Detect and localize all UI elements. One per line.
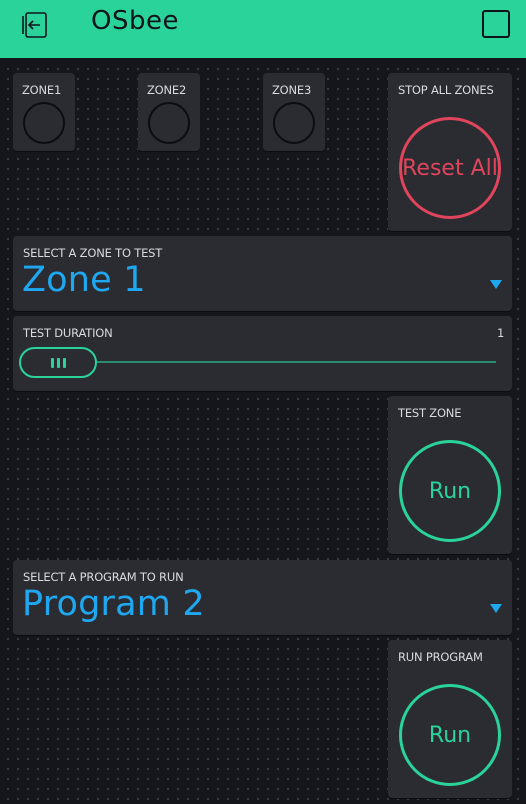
- square-icon[interactable]: [482, 10, 510, 38]
- run-program-widget: RUN PROGRAM Run: [388, 640, 512, 798]
- zone3-led: [273, 102, 315, 144]
- run-program-button[interactable]: Run: [399, 684, 501, 786]
- chevron-down-icon[interactable]: [490, 604, 502, 613]
- grip-icon: [62, 357, 66, 368]
- zone3-label: ZONE3: [272, 83, 312, 97]
- zone1-led: [23, 102, 65, 144]
- grip-icon: [50, 357, 54, 368]
- test-zone-label: TEST ZONE: [398, 406, 462, 420]
- slider-track[interactable]: [70, 361, 496, 363]
- test-zone-run-button[interactable]: Run: [399, 440, 501, 542]
- test-zone-widget: TEST ZONE Run: [388, 396, 512, 554]
- app-header: OSbee: [0, 0, 526, 58]
- grip-icon: [56, 357, 60, 368]
- reset-all-button[interactable]: Reset All: [399, 117, 501, 219]
- zone-select-value[interactable]: Zone 1: [22, 260, 146, 300]
- zone-select-label: SELECT A ZONE TO TEST: [23, 246, 163, 260]
- stop-all-widget: STOP ALL ZONES Reset All: [388, 73, 512, 231]
- program-select-value[interactable]: Program 2: [22, 584, 205, 624]
- stop-all-label: STOP ALL ZONES: [398, 83, 494, 97]
- chevron-down-icon[interactable]: [490, 280, 502, 289]
- zone2-label: ZONE2: [147, 83, 187, 97]
- run-program-label: RUN PROGRAM: [398, 650, 483, 664]
- zone3-led-widget: ZONE3: [263, 73, 325, 151]
- zone1-led-widget: ZONE1: [13, 73, 75, 151]
- zone1-label: ZONE1: [22, 83, 62, 97]
- test-duration-value: 1: [497, 326, 505, 340]
- test-duration-label: TEST DURATION: [23, 326, 113, 340]
- slider-thumb[interactable]: [19, 347, 97, 378]
- zone2-led-widget: ZONE2: [138, 73, 200, 151]
- program-select-widget[interactable]: SELECT A PROGRAM TO RUN Program 2: [13, 560, 512, 635]
- zone2-led: [148, 102, 190, 144]
- app-title: OSbee: [91, 6, 179, 36]
- program-select-label: SELECT A PROGRAM TO RUN: [23, 570, 184, 584]
- exit-icon[interactable]: [18, 8, 52, 40]
- zone-select-widget[interactable]: SELECT A ZONE TO TEST Zone 1: [13, 236, 512, 311]
